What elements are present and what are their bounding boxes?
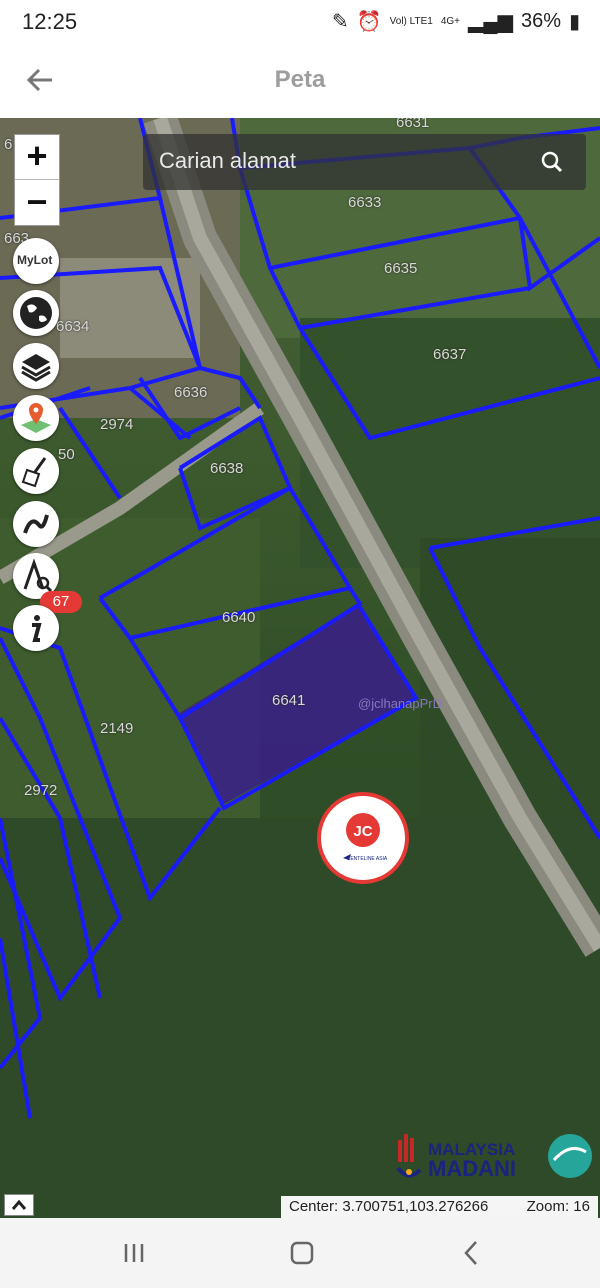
mylot-label: MyLot <box>17 253 53 267</box>
signal-icon: ▂▄▆ <box>468 11 513 33</box>
search-button[interactable] <box>520 134 586 190</box>
recent-apps-button[interactable] <box>114 1238 154 1268</box>
jc-brand-text: CENTELINE ASIA <box>347 856 388 862</box>
center-coordinates: Center: 3.700751,103.276266 <box>289 1198 489 1215</box>
search-input[interactable]: Carian alamat <box>159 148 296 174</box>
basemap-button[interactable] <box>13 290 59 336</box>
parcel-label: 6635 <box>384 260 418 277</box>
jc-logo-mark: JC CENTELINE ASIA <box>343 813 388 862</box>
coordinate-bar: Center: 3.700751,103.276266 Zoom: 16 <box>281 1196 598 1218</box>
madani-emblem-icon <box>396 1134 422 1178</box>
volte-label: Vol) LTE1 <box>389 15 433 27</box>
battery-text: 36% <box>520 10 561 32</box>
search-icon <box>541 151 563 173</box>
layers-button[interactable] <box>13 343 59 389</box>
app-bar: Peta <box>0 44 600 118</box>
status-bar: 12:25 ✎ ⏰ Vol) LTE1 4G+ ▂▄▆ 36% ▮ <box>0 0 600 44</box>
globe-icon <box>20 297 52 329</box>
parcel-label: 2149 <box>100 720 134 737</box>
map-watermark: @jclhanapPrD <box>358 696 442 711</box>
layers-icon <box>21 354 51 382</box>
parcel-label: 2972 <box>24 782 58 799</box>
mylot-button[interactable]: MyLot <box>13 238 59 284</box>
info-button[interactable] <box>13 605 59 651</box>
zoom-out-button[interactable]: − <box>15 181 59 226</box>
zoom-in-button[interactable]: + <box>15 135 59 180</box>
status-time: 12:25 <box>22 9 78 34</box>
parcel-label: 2974 <box>100 416 134 433</box>
parcel-label: 6637 <box>433 346 467 363</box>
map-view[interactable]: @jclhanapPrD 6631 6633 6635 6637 6634 66… <box>0 118 600 1218</box>
page-title: Peta <box>274 66 326 93</box>
map-pin-icon <box>21 403 51 433</box>
chevron-up-icon <box>11 1199 27 1210</box>
jc-logo: JC CENTELINE ASIA <box>317 792 409 884</box>
battery-icon: ▮ <box>568 11 580 33</box>
parcel-label: 6 <box>4 136 13 153</box>
parcel-layer: @jclhanapPrD <box>0 118 600 1218</box>
parcel-label: 6631 <box>396 118 430 131</box>
parcel-label: 6641 <box>272 692 306 709</box>
route-button[interactable] <box>13 501 59 547</box>
collapse-button[interactable] <box>4 1194 34 1216</box>
parcel-label: 6634 <box>56 318 90 335</box>
parcel-label: 6638 <box>210 460 244 477</box>
parcel-label: 50 <box>58 446 75 463</box>
parcel-label: 6633 <box>348 194 382 211</box>
parcel-label: 6640 <box>222 609 256 626</box>
parcel-label: 6636 <box>174 384 208 401</box>
network-label: 4G+ <box>440 15 461 27</box>
mute-icon: ✎ <box>331 11 349 33</box>
alarm-icon: ⏰ <box>356 11 382 33</box>
recents-icon <box>124 1244 144 1262</box>
home-icon <box>290 1241 314 1265</box>
system-nav-bar <box>0 1218 600 1288</box>
location-button[interactable] <box>13 395 59 441</box>
jc-logo-text: JC <box>353 823 372 840</box>
zoom-level: Zoom: 16 <box>526 1198 590 1215</box>
zoom-control: + − <box>14 134 60 226</box>
info-icon <box>32 615 42 642</box>
system-back-button[interactable] <box>452 1238 492 1268</box>
search-bar[interactable]: Carian alamat <box>143 134 586 190</box>
malaysia-madani-logo: MALAYSIA MADANI <box>392 1126 598 1186</box>
broom-icon <box>21 457 47 488</box>
status-icons: ✎ ⏰ Vol) LTE1 4G+ ▂▄▆ 36% ▮ <box>332 9 580 34</box>
home-button[interactable] <box>282 1238 322 1268</box>
madani-line2: MADANI <box>428 1156 516 1181</box>
path-icon <box>23 514 49 534</box>
agency-logo-icon <box>548 1134 592 1178</box>
clear-button[interactable] <box>13 448 59 494</box>
chevron-left-icon <box>464 1241 477 1265</box>
